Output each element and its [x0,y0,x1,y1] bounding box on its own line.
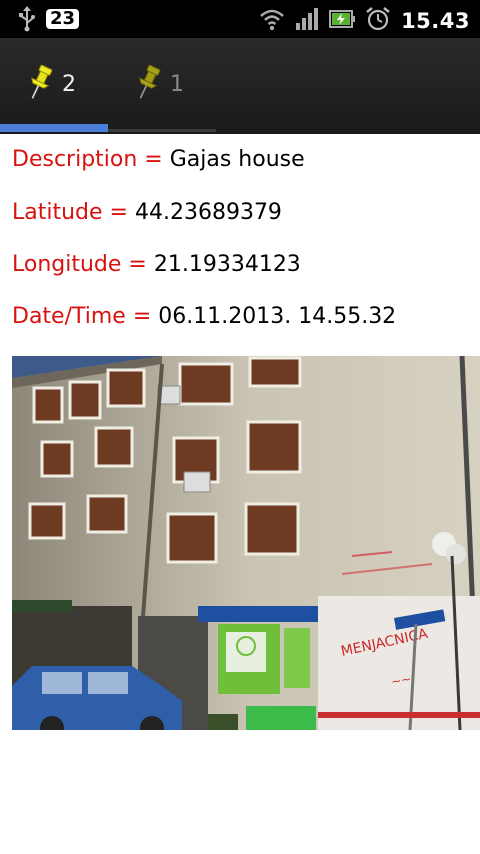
longitude-row: Longitude = 21.19334123 [12,252,301,277]
datetime-value: 06.11.2013. 14.55.32 [158,304,397,329]
tab-indicator [108,129,216,132]
tab-bar: 2 1 [0,38,480,134]
tab-label: 2 [62,71,76,97]
notification-count-badge: 23 [46,9,80,29]
usb-icon [18,6,36,32]
alarm-icon [365,6,391,36]
signal-icon [295,7,319,35]
description-label: Description = [12,147,170,172]
location-photo: MENJACNICA ~~ [12,356,480,730]
description-value: Gajas house [169,147,305,172]
longitude-value: 21.19334123 [153,252,301,277]
tab-location-2[interactable]: 2 [0,38,108,130]
latitude-label: Latitude = [12,200,135,225]
latitude-row: Latitude = 44.23689379 [12,200,282,225]
datetime-label: Date/Time = [12,304,159,329]
tab-label: 1 [170,71,184,97]
clock: 15.43 [401,9,470,33]
pushpin-icon [26,63,54,105]
latitude-value: 44.23689379 [134,200,282,225]
status-bar: 23 15.43 [0,0,480,38]
battery-icon [329,7,356,35]
description-row: Description = Gajas house [12,147,305,172]
datetime-row: Date/Time = 06.11.2013. 14.55.32 [12,304,396,329]
tab-location-1[interactable]: 1 [108,38,216,130]
tab-selected-indicator [0,124,108,132]
longitude-label: Longitude = [12,252,154,277]
wifi-icon [259,7,285,35]
pushpin-icon [134,63,162,105]
